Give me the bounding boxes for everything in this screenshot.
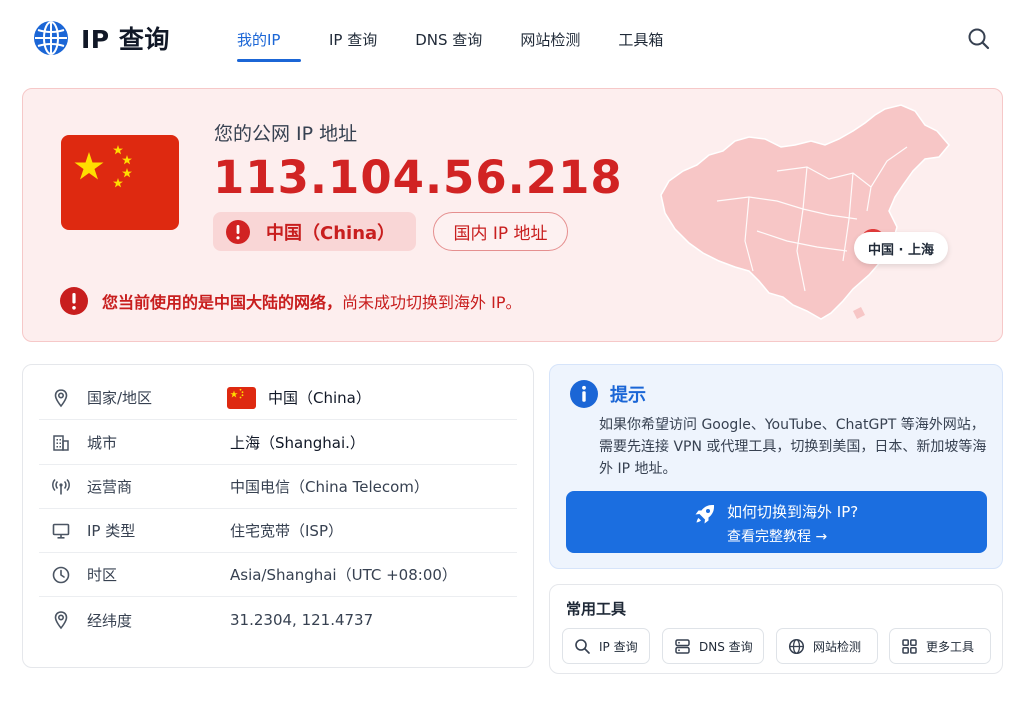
grid-icon bbox=[902, 638, 917, 654]
info-value: 31.2304, 121.4737 bbox=[230, 611, 374, 629]
clock-icon bbox=[52, 566, 70, 584]
network-warning: 您当前使用的是中国大陆的网络， 尚未成功切换到海外 IP。 bbox=[60, 287, 521, 315]
monitor-icon bbox=[52, 523, 70, 539]
tip-header: 提示 bbox=[570, 380, 646, 408]
tool-more-button[interactable]: 更多工具 bbox=[889, 628, 991, 664]
info-label: 运营商 bbox=[87, 478, 133, 496]
tip-body-text: 如果你希望访问 Google、YouTube、ChatGPT 等海外网站，需要先… bbox=[599, 417, 987, 477]
tool-site-check-button[interactable]: 网站检测 bbox=[776, 628, 878, 664]
map-pin-icon bbox=[54, 389, 68, 408]
tool-label: IP 查询 bbox=[599, 639, 638, 654]
info-value: 中国（China） bbox=[268, 389, 371, 407]
china-flag-icon bbox=[227, 387, 256, 409]
info-label: IP 类型 bbox=[87, 522, 136, 540]
logo[interactable]: IP 查询 bbox=[33, 20, 170, 56]
info-value: Asia/Shanghai（UTC +08:00） bbox=[230, 566, 457, 584]
tool-dns-lookup-button[interactable]: DNS 查询 bbox=[662, 628, 764, 664]
info-row-coordinates: 经纬度 31.2304, 121.4737 bbox=[39, 598, 517, 642]
info-label: 城市 bbox=[87, 434, 118, 452]
ip-address-value[interactable]: 113.104.56.218 bbox=[213, 151, 623, 204]
nav-toolbox[interactable]: 工具箱 bbox=[618, 0, 663, 76]
antenna-icon bbox=[52, 478, 70, 495]
nav-site-check[interactable]: 网站检测 bbox=[520, 0, 580, 76]
info-label: 国家/地区 bbox=[87, 389, 153, 407]
tools-title: 常用工具 bbox=[566, 600, 627, 618]
nav-my-ip[interactable]: 我的IP bbox=[237, 0, 301, 76]
info-row-isp: 运营商 中国电信（China Telecom） bbox=[39, 465, 517, 509]
common-tools-card: 常用工具 IP 查询 DNS 查询 网站检测 更多工具 bbox=[549, 584, 1003, 674]
info-row-ip-type: IP 类型 住宅宽带（ISP） bbox=[39, 509, 517, 553]
ip-info-card: 国家/地区 中国（China） 城市 上海（Shanghai.） 运营商 中国电… bbox=[22, 364, 534, 668]
china-map-illustration bbox=[660, 104, 950, 320]
rocket-icon bbox=[695, 505, 714, 524]
info-row-timezone: 时区 Asia/Shanghai（UTC +08:00） bbox=[39, 553, 517, 597]
switch-overseas-ip-button[interactable]: 如何切换到海外 IP? 查看完整教程 → bbox=[566, 491, 987, 553]
warning-icon bbox=[60, 287, 88, 315]
domestic-ip-tag: 国内 IP 地址 bbox=[433, 212, 568, 251]
button-subtitle: 查看完整教程 → bbox=[727, 529, 828, 545]
info-label: 时区 bbox=[87, 566, 118, 584]
map-pin-icon bbox=[54, 611, 68, 630]
globe-logo-icon bbox=[34, 21, 68, 55]
warning-text-bold: 您当前使用的是中国大陆的网络， bbox=[102, 293, 343, 312]
top-header: IP 查询 我的IP IP 查询 DNS 查询 网站检测 工具箱 bbox=[0, 0, 1024, 76]
country-badge: 中国（China） bbox=[213, 212, 416, 251]
search-icon bbox=[575, 638, 590, 654]
tip-card: 提示 如果你希望访问 Google、YouTube、ChatGPT 等海外网站，… bbox=[549, 364, 1003, 569]
building-icon bbox=[53, 435, 69, 451]
info-label: 经纬度 bbox=[87, 611, 133, 630]
globe-icon bbox=[788, 638, 805, 654]
nav-ip-lookup[interactable]: IP 查询 bbox=[329, 0, 377, 76]
app-title: IP 查询 bbox=[81, 25, 170, 54]
tool-ip-lookup-button[interactable]: IP 查询 bbox=[562, 628, 650, 664]
info-row-city: 城市 上海（Shanghai.） bbox=[39, 421, 517, 465]
tip-title: 提示 bbox=[610, 385, 646, 406]
ip-hero-panel: 您的公网 IP 地址 113.104.56.218 中国（China） 国内 I… bbox=[22, 88, 1003, 342]
main-nav: 我的IP IP 查询 DNS 查询 网站检测 工具箱 bbox=[237, 0, 663, 76]
info-value: 上海（Shanghai.） bbox=[230, 434, 365, 452]
tool-label: 网站检测 bbox=[813, 639, 862, 654]
country-badge-label: 中国（China） bbox=[266, 222, 396, 244]
map-location-tag: 中国 · 上海 bbox=[854, 232, 948, 264]
warning-text: 尚未成功切换到海外 IP。 bbox=[342, 293, 522, 312]
server-icon bbox=[675, 638, 690, 654]
alert-icon bbox=[226, 219, 250, 244]
public-ip-label: 您的公网 IP 地址 bbox=[214, 123, 358, 145]
tool-label: 更多工具 bbox=[926, 639, 975, 654]
china-flag-icon bbox=[61, 135, 179, 230]
info-value: 住宅宽带（ISP） bbox=[230, 522, 343, 540]
info-row-country: 国家/地区 中国（China） bbox=[39, 376, 517, 420]
nav-dns-lookup[interactable]: DNS 查询 bbox=[415, 0, 482, 76]
search-icon[interactable] bbox=[966, 26, 992, 52]
info-icon bbox=[570, 380, 598, 408]
button-title: 如何切换到海外 IP? bbox=[727, 503, 859, 521]
info-value: 中国电信（China Telecom） bbox=[230, 478, 429, 496]
tool-label: DNS 查询 bbox=[699, 639, 753, 654]
